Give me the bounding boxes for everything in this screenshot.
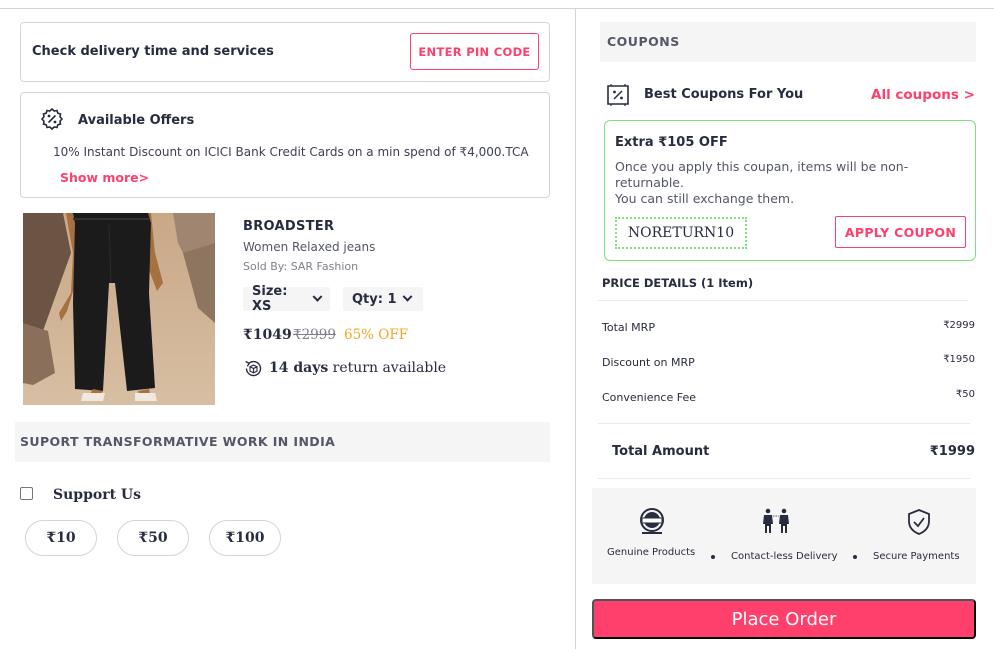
coupons-header: COUPONS (600, 22, 976, 62)
total-amount-label: Total Amount (612, 444, 710, 459)
seller-name: Sold By: SAR Fashion (243, 260, 359, 273)
product-brand[interactable]: BROADSTER (243, 219, 334, 234)
return-icon (245, 360, 262, 377)
enter-pin-code-button[interactable]: ENTER PIN CODE (410, 33, 539, 70)
convenience-fee-label: Convenience Fee (602, 391, 696, 404)
qty-value: Qty: 1 (352, 291, 397, 307)
column-divider (575, 8, 576, 649)
quantity-selector[interactable]: Qty: 1 (343, 287, 423, 311)
best-coupons-title: Best Coupons For You (644, 87, 804, 102)
contactless-delivery-label: Contact-less Delivery (731, 551, 838, 562)
support-us-checkbox[interactable] (20, 487, 33, 500)
place-order-button[interactable]: Place Order (592, 599, 976, 639)
all-coupons-link[interactable]: All coupons > (871, 87, 975, 103)
coupon-code: NORETURN10 (615, 217, 747, 249)
apply-coupon-button[interactable]: APPLY COUPON (835, 216, 966, 248)
donation-50-button[interactable]: ₹50 (117, 520, 189, 556)
product-name[interactable]: Women Relaxed jeans (243, 240, 375, 254)
product-image[interactable] (23, 213, 215, 405)
offer-badge-icon (40, 107, 64, 131)
donation-10-button[interactable]: ₹10 (25, 520, 97, 556)
offers-title: Available Offers (78, 113, 195, 128)
total-amount-value: ₹1999 (929, 444, 975, 459)
offer-text: 10% Instant Discount on ICICI Bank Credi… (53, 145, 529, 159)
coupons-title: COUPONS (607, 34, 680, 49)
delivery-card: Check delivery time and services ENTER P… (20, 22, 550, 82)
return-days: 14 days (269, 360, 329, 376)
donation-100-button[interactable]: ₹100 (209, 520, 281, 556)
top-divider (0, 8, 994, 9)
available-offers-card: Available Offers 10% Instant Discount on… (20, 92, 550, 198)
selling-price: ₹1049 (243, 327, 292, 343)
separator-dot (853, 555, 857, 559)
return-text: return available (328, 360, 447, 376)
total-mrp-value: ₹2999 (943, 320, 975, 331)
coupon-offer-title: Extra ₹105 OFF (615, 135, 728, 150)
coupon-description: Once you apply this coupan, items will b… (615, 159, 945, 207)
genuine-products-label: Genuine Products (607, 547, 696, 558)
trust-badges: Genuine Products Contact-less Delivery S… (592, 488, 976, 584)
coupon-desc-line-1: Once you apply this coupan, items will b… (615, 159, 909, 190)
mrp-price: ₹2999 (293, 327, 336, 343)
discount-label: Discount on MRP (602, 356, 695, 369)
total-mrp-label: Total MRP (602, 321, 655, 334)
secure-payments-label: Secure Payments (873, 551, 960, 562)
return-info: 14 days return available (269, 360, 446, 376)
coupon-card: Extra ₹105 OFF Once you apply this coupa… (604, 120, 976, 261)
size-value: Size: XS (252, 284, 288, 314)
separator-dot (711, 555, 715, 559)
convenience-fee-value: ₹50 (955, 389, 975, 400)
discount-value: ₹1950 (943, 354, 975, 365)
contactless-delivery-icon (763, 508, 789, 533)
divider (598, 423, 970, 424)
support-title: SUPORT TRANSFORMATIVE WORK IN INDIA (20, 434, 336, 449)
genuine-badge-icon (640, 508, 664, 534)
delivery-text: Check delivery time and services (32, 44, 274, 59)
divider (598, 478, 970, 479)
support-section-header: SUPORT TRANSFORMATIVE WORK IN INDIA (15, 422, 550, 462)
secure-payments-icon (908, 509, 930, 535)
size-selector[interactable]: Size: XS (243, 284, 330, 314)
support-us-label[interactable]: Support Us (53, 487, 141, 503)
chevron-down-icon (402, 291, 412, 302)
divider (598, 300, 968, 301)
chevron-down-icon (312, 291, 323, 302)
coupon-desc-line-2: You can still exchange them. (615, 191, 795, 206)
discount-percent: 65% OFF (344, 327, 409, 343)
price-details-title: PRICE DETAILS (1 Item) (602, 276, 754, 290)
coupon-icon (607, 84, 629, 106)
show-more-link[interactable]: Show more> (60, 170, 149, 185)
